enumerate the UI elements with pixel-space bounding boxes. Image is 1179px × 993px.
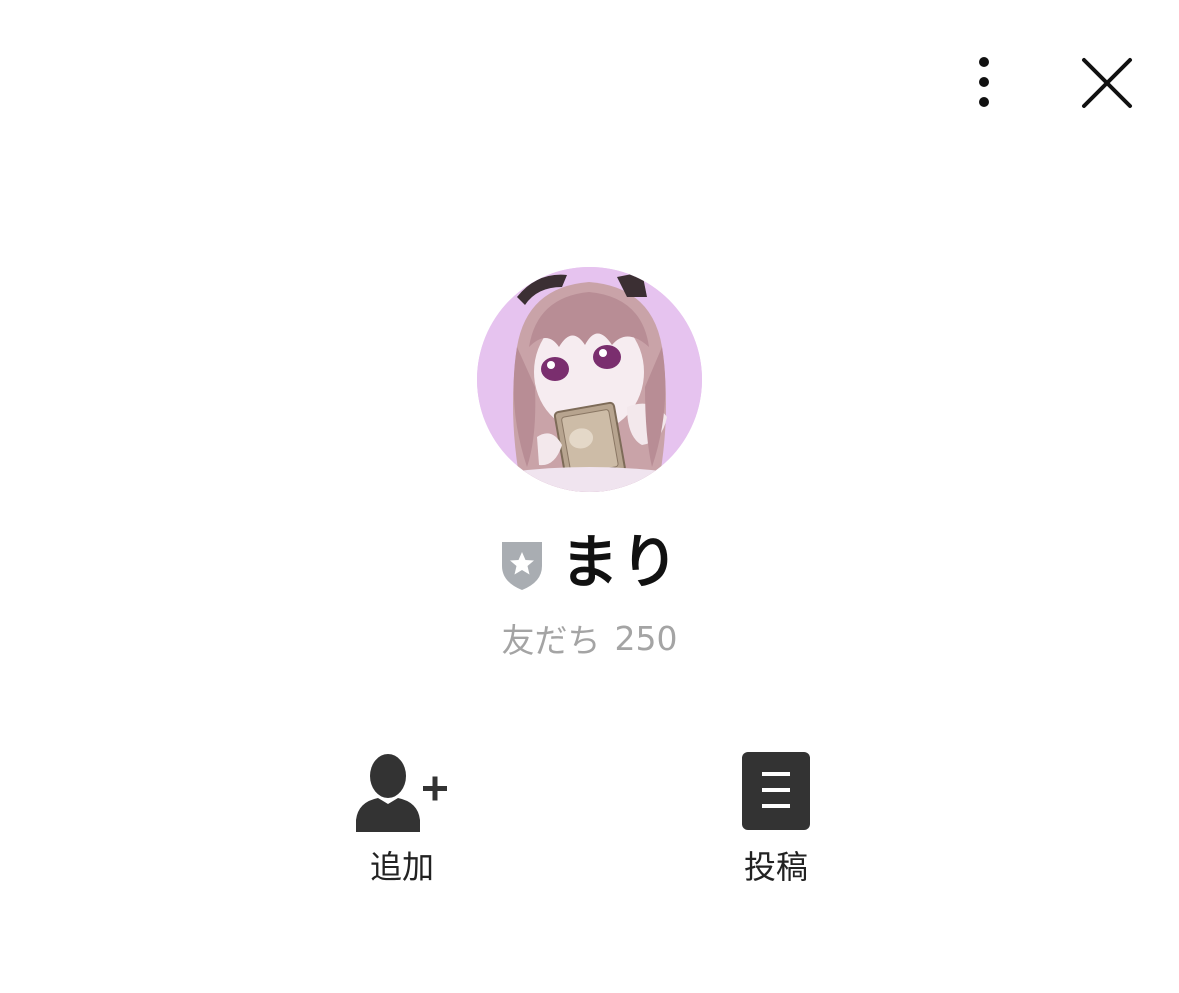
avatar-illustration xyxy=(477,267,702,492)
shield-star-icon xyxy=(502,542,543,590)
friends-count-row: 友だち 250 xyxy=(0,616,1179,661)
close-button[interactable] xyxy=(1076,52,1138,114)
more-vertical-icon xyxy=(979,57,989,107)
add-friend-button[interactable]: 追加 xyxy=(322,748,482,898)
profile-avatar[interactable] xyxy=(477,267,702,492)
post-icon xyxy=(742,752,810,830)
friends-label: 友だち xyxy=(501,621,601,660)
add-friend-label: 追加 xyxy=(369,848,434,886)
more-options-button[interactable] xyxy=(960,50,1008,114)
friends-count: 250 xyxy=(614,618,678,658)
post-label: 投稿 xyxy=(743,848,808,886)
post-button[interactable]: 投稿 xyxy=(696,748,856,898)
add-friend-icon xyxy=(356,754,447,832)
profile-name: まり xyxy=(560,528,681,596)
close-icon xyxy=(1082,58,1132,108)
profile-name-row: まり xyxy=(0,522,1179,602)
